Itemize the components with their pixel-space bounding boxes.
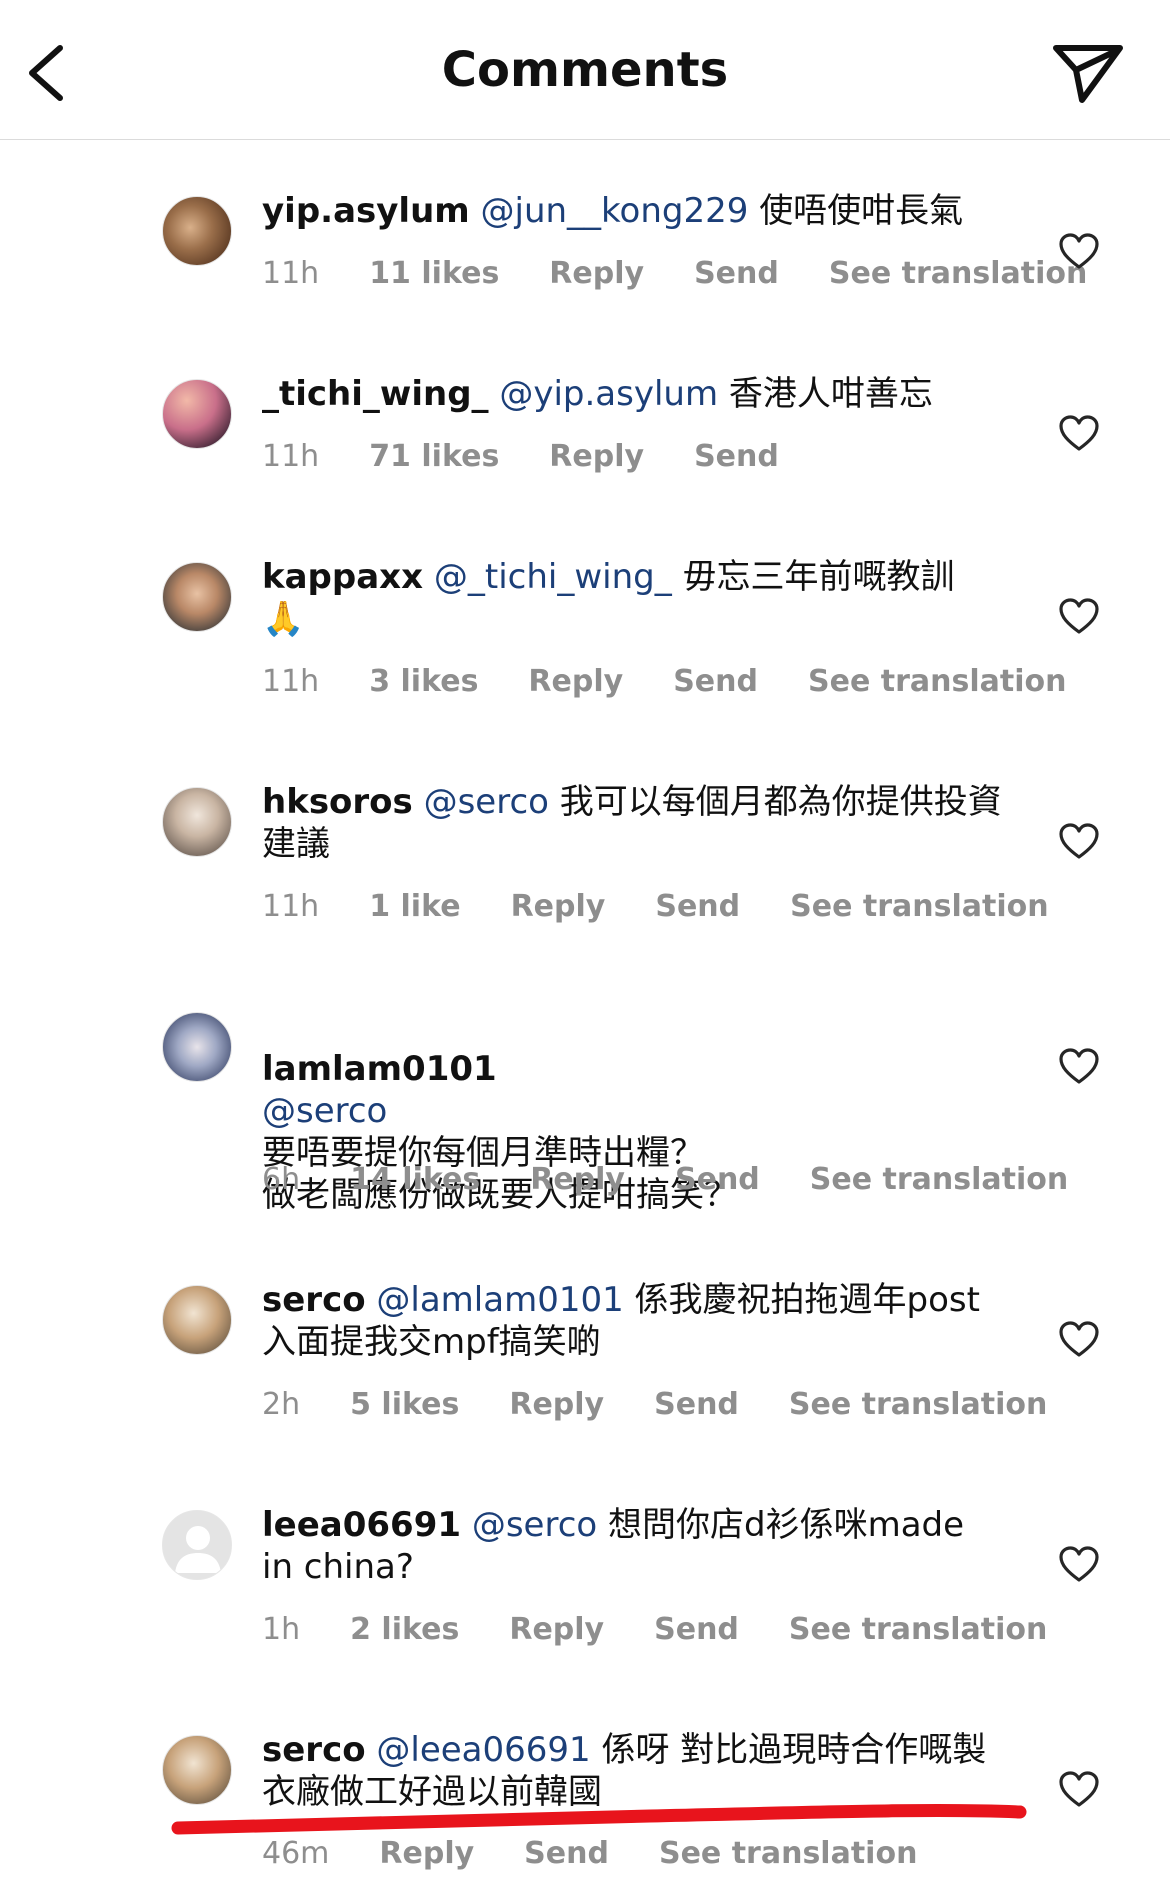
- comment-likes[interactable]: 71 likes: [369, 439, 499, 474]
- see-translation-button[interactable]: See translation: [789, 1612, 1047, 1647]
- comment-username[interactable]: _tichi_wing_: [262, 374, 489, 414]
- reply-button[interactable]: Reply: [528, 664, 623, 699]
- see-translation-button[interactable]: See translation: [810, 1162, 1068, 1197]
- comment-likes[interactable]: 5 likes: [350, 1387, 459, 1422]
- comment-username[interactable]: yip.asylum: [262, 191, 470, 231]
- red-underline-annotation: [171, 1804, 1027, 1835]
- reply-button[interactable]: Reply: [549, 256, 644, 291]
- comment-mention[interactable]: @_tichi_wing_: [434, 557, 672, 597]
- see-translation-button[interactable]: See translation: [659, 1836, 917, 1871]
- comment-body: _tichi_wing_ @yip.asylum 香港人咁善忘: [262, 373, 1002, 415]
- comment-body: leea06691 @serco 想問你店d衫係咪made in china?: [262, 1504, 1002, 1588]
- heart-outline-icon[interactable]: [1058, 597, 1100, 635]
- avatar[interactable]: [162, 1285, 232, 1355]
- comment-meta: 6h 14 likes Reply Send See translation: [262, 1162, 1118, 1197]
- comment-time: 46m: [262, 1836, 330, 1871]
- reply-button[interactable]: Reply: [511, 889, 606, 924]
- default-avatar-icon: [175, 1526, 221, 1573]
- heart-outline-icon[interactable]: [1058, 1047, 1100, 1085]
- send-button[interactable]: Send: [655, 889, 740, 924]
- comment-username[interactable]: hksoros: [262, 782, 413, 822]
- comment-time: 11h: [262, 256, 320, 291]
- see-translation-button[interactable]: See translation: [789, 1387, 1047, 1422]
- comment-meta: 11h 1 like Reply Send See translation: [262, 889, 1099, 924]
- page-title: Comments: [441, 42, 729, 98]
- comment-time: 11h: [262, 889, 320, 924]
- header-bar: Comments: [0, 0, 1170, 140]
- comment-meta: 11h 3 likes Reply Send See translation: [262, 664, 1116, 699]
- comment-username[interactable]: lamlam0101: [262, 1049, 497, 1089]
- comment-mention[interactable]: @leea06691: [376, 1730, 590, 1770]
- avatar[interactable]: [162, 787, 232, 857]
- avatar[interactable]: [162, 196, 232, 266]
- comment-likes[interactable]: 11 likes: [369, 256, 499, 291]
- paper-plane-icon[interactable]: [1050, 40, 1126, 106]
- heart-outline-icon[interactable]: [1058, 1770, 1100, 1808]
- avatar[interactable]: [162, 379, 232, 449]
- comment-username[interactable]: leea06691: [262, 1505, 461, 1545]
- comment-meta: 1h 2 likes Reply Send See translation: [262, 1612, 1097, 1647]
- reply-button[interactable]: Reply: [530, 1162, 625, 1197]
- comment-meta: 46m Reply Send See translation: [262, 1836, 967, 1871]
- comment-username[interactable]: serco: [262, 1730, 366, 1770]
- reply-button[interactable]: Reply: [509, 1387, 604, 1422]
- comment-likes[interactable]: 14 likes: [350, 1162, 480, 1197]
- reply-button[interactable]: Reply: [379, 1836, 474, 1871]
- comment-mention[interactable]: @lamlam0101: [376, 1280, 623, 1320]
- comment-username[interactable]: kappaxx: [262, 557, 423, 597]
- comment-body: serco @lamlam0101 係我慶祝拍拖週年post入面提我交mpf搞笑…: [262, 1279, 1002, 1363]
- send-button[interactable]: Send: [694, 256, 779, 291]
- heart-outline-icon[interactable]: [1058, 232, 1100, 270]
- heart-outline-icon[interactable]: [1058, 414, 1100, 452]
- comment-username[interactable]: serco: [262, 1280, 366, 1320]
- comment-time: 6h: [262, 1162, 301, 1197]
- comment-time: 2h: [262, 1387, 301, 1422]
- comment-mention[interactable]: @serco: [472, 1505, 597, 1545]
- heart-outline-icon[interactable]: [1058, 1320, 1100, 1358]
- comment-likes[interactable]: 2 likes: [350, 1612, 459, 1647]
- comment-text: 香港人咁善忘: [728, 374, 933, 414]
- comment-text: 使唔使咁長氣: [759, 191, 964, 231]
- comment-mention[interactable]: @serco: [424, 782, 549, 822]
- avatar[interactable]: [162, 562, 232, 632]
- send-button[interactable]: Send: [524, 1836, 609, 1871]
- comment-likes[interactable]: 1 like: [369, 889, 460, 924]
- send-button[interactable]: Send: [654, 1387, 739, 1422]
- reply-button[interactable]: Reply: [549, 439, 644, 474]
- comment-time: 11h: [262, 664, 320, 699]
- see-translation-button[interactable]: See translation: [829, 256, 1087, 291]
- comment-likes[interactable]: 3 likes: [369, 664, 478, 699]
- comment-meta: 11h 11 likes Reply Send See translation: [262, 256, 1137, 291]
- heart-outline-icon[interactable]: [1058, 822, 1100, 860]
- avatar[interactable]: [162, 1735, 232, 1805]
- see-translation-button[interactable]: See translation: [790, 889, 1048, 924]
- comment-body: hksoros @serco 我可以每個月都為你提供投資建議: [262, 781, 1002, 865]
- send-button[interactable]: Send: [694, 439, 779, 474]
- reply-button[interactable]: Reply: [509, 1612, 604, 1647]
- send-button[interactable]: Send: [673, 664, 758, 699]
- send-button[interactable]: Send: [675, 1162, 760, 1197]
- heart-outline-icon[interactable]: [1058, 1545, 1100, 1583]
- see-translation-button[interactable]: See translation: [808, 664, 1066, 699]
- comment-time: 1h: [262, 1612, 301, 1647]
- avatar[interactable]: [162, 1510, 232, 1580]
- comment-meta: 2h 5 likes Reply Send See translation: [262, 1387, 1097, 1422]
- send-button[interactable]: Send: [654, 1612, 739, 1647]
- comment-meta: 11h 71 likes Reply Send: [262, 439, 829, 474]
- comment-time: 11h: [262, 439, 320, 474]
- comment-body: kappaxx @_tichi_wing_ 毋忘三年前嘅教訓 🙏: [262, 556, 1002, 640]
- comment-mention[interactable]: @jun__kong229: [481, 191, 749, 231]
- comment-mention[interactable]: @yip.asylum: [499, 374, 718, 414]
- avatar[interactable]: [162, 1012, 232, 1082]
- comment-mention[interactable]: @serco: [262, 1091, 387, 1131]
- comment-body: yip.asylum @jun__kong229 使唔使咁長氣: [262, 190, 1002, 232]
